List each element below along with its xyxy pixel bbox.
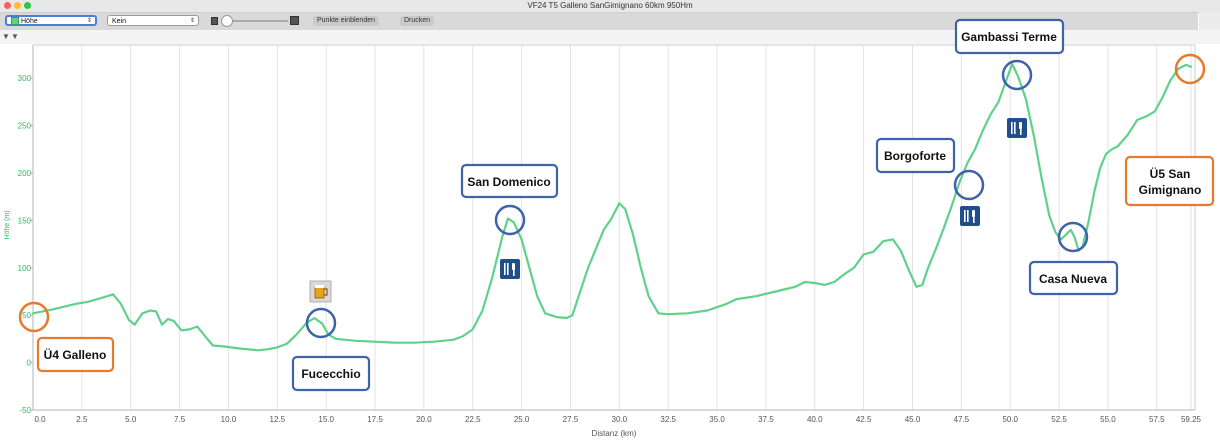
callout-label-line: Ü5 San xyxy=(1150,166,1191,181)
x-tick-label: 55.0 xyxy=(1100,415,1116,424)
x-tick-label: 20.0 xyxy=(416,415,432,424)
x-tick-label: 32.5 xyxy=(660,415,676,424)
x-tick-label: 59.25 xyxy=(1181,415,1202,424)
x-tick-label: 25.0 xyxy=(514,415,530,424)
x-tick-label: 27.5 xyxy=(563,415,579,424)
x-tick-label: 15.0 xyxy=(318,415,334,424)
beer-icon xyxy=(309,280,332,303)
x-axis-label: Distanz (km) xyxy=(592,429,637,438)
x-tick-label: 42.5 xyxy=(856,415,872,424)
callout-label: San Domenico xyxy=(467,175,550,189)
x-tick-label: 7.5 xyxy=(174,415,186,424)
callout-label: Borgoforte xyxy=(884,149,946,163)
grid-lines xyxy=(32,45,1192,410)
x-tick-label: 50.0 xyxy=(1002,415,1018,424)
callout-label: Casa Nueva xyxy=(1039,272,1107,286)
restaurant-icon xyxy=(960,206,980,226)
elevation-chart: 0.0 2.5 5.0 7.5 10.0 12.5 15.0 17.5 20.0 22.5 25.0… xyxy=(4,18,1215,438)
y-tick-label: 100 xyxy=(18,264,32,273)
y-axis-label: Höhe (m) xyxy=(4,210,11,239)
x-axis-ticks: 0.0 2.5 5.0 7.5 10.0 12.5 15.0 17.5 20.0 22.5 25.0… xyxy=(34,415,1201,424)
x-tick-label: 2.5 xyxy=(76,415,88,424)
y-tick-label: 0 xyxy=(27,359,32,368)
x-tick-label: 52.5 xyxy=(1051,415,1067,424)
x-tick-label: 57.5 xyxy=(1149,415,1165,424)
callout-box-u5-san-gimignano xyxy=(1124,155,1215,207)
x-tick-label: 5.0 xyxy=(125,415,137,424)
y-tick-label: 150 xyxy=(18,216,32,225)
restaurant-icon xyxy=(500,259,520,279)
x-tick-label: 22.5 xyxy=(465,415,481,424)
orange-marker-circle xyxy=(1174,53,1206,85)
x-tick-label: 10.0 xyxy=(221,415,237,424)
x-tick-label: 40.0 xyxy=(807,415,823,424)
y-tick-label: 250 xyxy=(18,122,32,131)
restaurant-icon xyxy=(1007,118,1027,138)
x-tick-label: 35.0 xyxy=(709,415,725,424)
callout-label-line: Gimignano xyxy=(1139,183,1202,197)
callout-label: Ü4 Galleno xyxy=(44,347,107,362)
y-tick-label: 300 xyxy=(18,74,32,83)
x-tick-label: 47.5 xyxy=(954,415,970,424)
x-tick-label: 37.5 xyxy=(758,415,774,424)
x-tick-label: 0.0 xyxy=(34,415,46,424)
y-tick-label: 50 xyxy=(22,311,31,320)
y-axis-ticks: -50 0 50 100 150 200 250 300 xyxy=(18,74,33,415)
x-tick-label: 17.5 xyxy=(367,415,383,424)
elevation-line xyxy=(31,62,1193,352)
y-tick-label: -50 xyxy=(19,406,31,415)
x-tick-label: 30.0 xyxy=(612,415,628,424)
x-tick-label: 45.0 xyxy=(905,415,921,424)
callout-label: Fucecchio xyxy=(301,367,360,381)
callout-label: Gambassi Terme xyxy=(961,30,1057,44)
y-tick-label: 200 xyxy=(18,169,32,178)
x-tick-label: 12.5 xyxy=(270,415,286,424)
